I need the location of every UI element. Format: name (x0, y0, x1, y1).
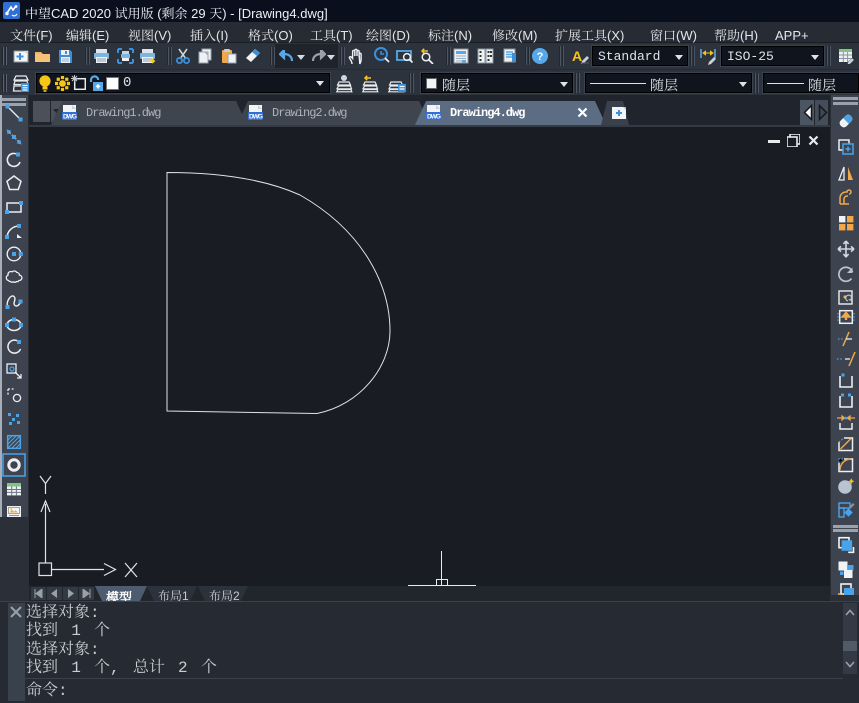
svg-text:DWG: DWG (249, 114, 263, 121)
svg-text:A: A (572, 48, 582, 64)
svg-text:?: ? (537, 51, 544, 63)
svg-text:DWG: DWG (427, 114, 441, 121)
svg-text:DWG: DWG (63, 114, 77, 121)
